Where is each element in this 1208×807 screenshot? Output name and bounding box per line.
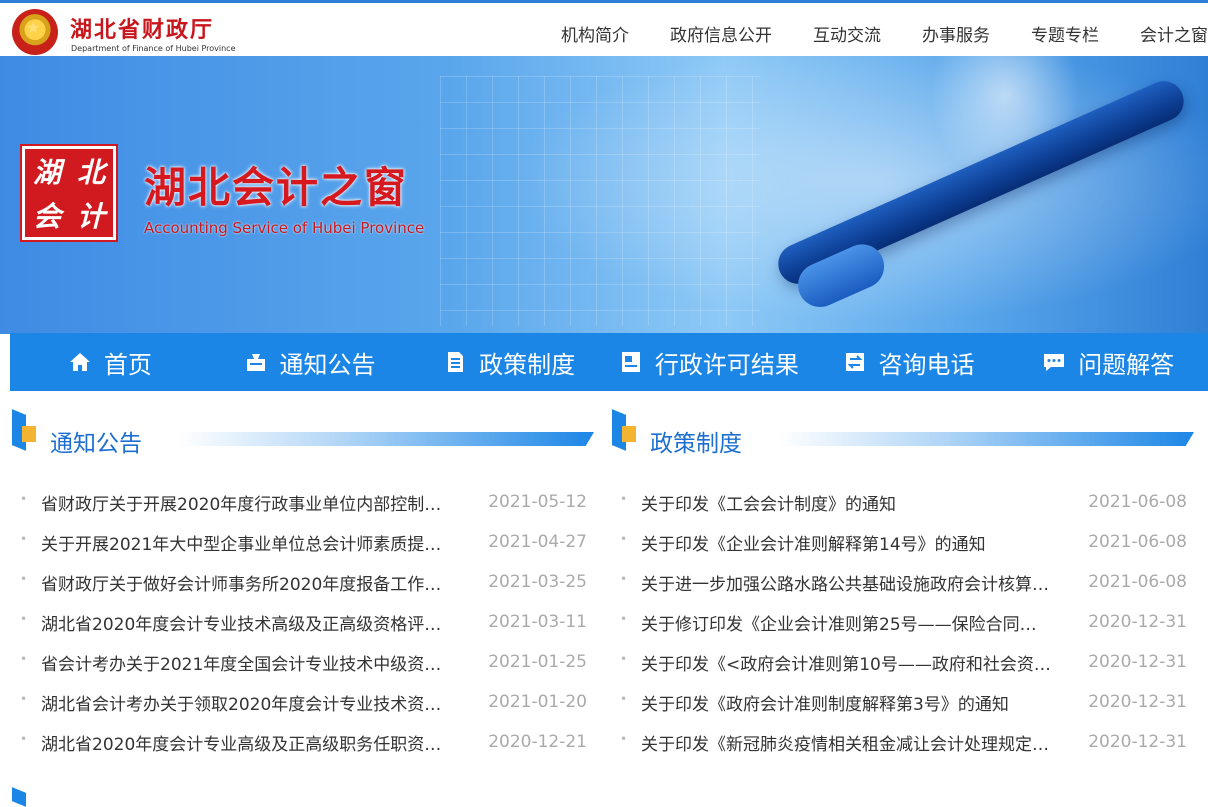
license-icon xyxy=(621,352,640,372)
chat-icon xyxy=(1044,354,1065,371)
list-item[interactable]: 省会计考办关于2021年度全国会计专业技术中级资格考试报名的通知 2021-01-… xyxy=(10,642,594,682)
mainnav-item-notices[interactable]: 通知公告 xyxy=(210,333,410,391)
list-item-title[interactable]: 湖北省会计考办关于领取2020年度会计专业技术资格证书的通知 xyxy=(41,690,451,715)
list-item-date: 2021-03-25 xyxy=(488,572,587,592)
topnav-item-services[interactable]: 办事服务 xyxy=(922,21,990,46)
document-icon xyxy=(448,352,464,372)
hero-banner: 湖 北 会 计 湖北会计之窗 Accounting Service of Hub… xyxy=(0,56,1208,334)
list-item-title[interactable]: 湖北省2020年度会计专业技术高级及正高级资格评审结果公示 xyxy=(41,610,451,635)
list-item[interactable]: 关于印发《新冠肺炎疫情相关租金减让会计处理规定》的通知 2020-12-31 xyxy=(610,722,1194,762)
topnav-item-interaction[interactable]: 互动交流 xyxy=(813,21,881,46)
list-item-title[interactable]: 关于修订印发《企业会计准则第25号——保险合同》的通知 xyxy=(641,610,1051,635)
list-item[interactable]: 湖北省2020年度会计专业技术高级及正高级资格评审结果公示 2021-03-11 xyxy=(10,602,594,642)
list-item-date: 2021-01-25 xyxy=(488,652,587,672)
phone-icon xyxy=(845,353,864,371)
list-item[interactable]: 湖北省会计考办关于领取2020年度会计专业技术资格证书的通知 2021-01-20 xyxy=(10,682,594,722)
list-item-title[interactable]: 关于印发《工会会计制度》的通知 xyxy=(641,490,1051,515)
list-item[interactable]: 关于进一步加强公路水路公共基础设施政府会计核算的通知 2021-06-08 xyxy=(610,562,1194,602)
list-item[interactable]: 关于开展2021年大中型企事业单位总会计师素质提升工程的通知 2021-04-27 xyxy=(10,522,594,562)
topnav-item-topics[interactable]: 专题专栏 xyxy=(1031,21,1099,46)
section-flag-icon xyxy=(610,409,638,451)
section-header: 通知公告 xyxy=(10,409,594,458)
topnav-item-accounting[interactable]: 会计之窗 xyxy=(1140,21,1208,46)
list-item-date: 2020-12-31 xyxy=(1088,692,1187,712)
list-item[interactable]: 省财政厅关于做好会计师事务所2020年度报备工作的通知 2021-03-25 xyxy=(10,562,594,602)
topnav-item-gov-info[interactable]: 政府信息公开 xyxy=(670,21,772,46)
list-item-title[interactable]: 关于印发《政府会计准则制度解释第3号》的通知 xyxy=(641,690,1051,715)
accounting-seal-logo: 湖 北 会 计 xyxy=(22,146,116,240)
list-item-date: 2021-04-27 xyxy=(488,532,587,552)
list-item[interactable]: 关于印发《<政府会计准则第10号——政府和社会资本合作项目合同>应用指南》的通知… xyxy=(610,642,1194,682)
section-header: 政策制度 xyxy=(610,409,1194,458)
list-item-title[interactable]: 关于印发《企业会计准则解释第14号》的通知 xyxy=(641,530,1051,555)
list-item-title[interactable]: 省会计考办关于2021年度全国会计专业技术中级资格考试报名的通知 xyxy=(41,650,451,675)
list-item[interactable]: 省财政厅关于开展2020年度行政事业单位内部控制报告编报工作的通知 2021-05… xyxy=(10,482,594,522)
policies-list: 关于印发《工会会计制度》的通知 2021-06-08 关于印发《企业会计准则解释第… xyxy=(610,482,1194,762)
list-item[interactable]: 湖北省2020年度会计专业高级及正高级职务任职资格评审公告 2020-12-21 xyxy=(10,722,594,762)
home-icon xyxy=(69,353,90,371)
section-title[interactable]: 通知公告 xyxy=(50,424,142,458)
list-item-title[interactable]: 关于进一步加强公路水路公共基础设施政府会计核算的通知 xyxy=(641,570,1051,595)
mainnav-item-license-results[interactable]: 行政许可结果 xyxy=(609,333,809,391)
list-item-date: 2020-12-21 xyxy=(488,732,587,752)
next-section-flag-icon xyxy=(12,787,26,807)
list-item-title[interactable]: 省财政厅关于做好会计师事务所2020年度报备工作的通知 xyxy=(41,570,451,595)
list-item-date: 2020-12-31 xyxy=(1088,732,1187,752)
site-subtitle: Accounting Service of Hubei Province xyxy=(144,219,425,237)
department-name[interactable]: 湖北省财政厅 xyxy=(70,12,214,44)
department-name-en: Department of Finance of Hubei Province xyxy=(71,44,236,53)
list-item-title[interactable]: 关于印发《<政府会计准则第10号——政府和社会资本合作项目合同>应用指南》的通知 xyxy=(641,650,1051,675)
list-item[interactable]: 关于印发《企业会计准则解释第14号》的通知 2021-06-08 xyxy=(610,522,1194,562)
main-navigation: 首页 通知公告 政策制度 行政许可结果 咨询电话 问题解答 xyxy=(10,333,1208,391)
list-item-date: 2021-06-08 xyxy=(1088,532,1187,552)
notices-section: 通知公告 省财政厅关于开展2020年度行政事业单位内部控制报告编报工作的通知 20… xyxy=(10,409,594,755)
section-flag-icon xyxy=(10,409,38,451)
section-title[interactable]: 政策制度 xyxy=(650,424,742,458)
mainnav-item-policies[interactable]: 政策制度 xyxy=(409,333,609,391)
list-item-date: 2020-12-31 xyxy=(1088,652,1187,672)
list-item-title[interactable]: 湖北省2020年度会计专业高级及正高级职务任职资格评审公告 xyxy=(41,730,451,755)
topnav-item-about[interactable]: 机构简介 xyxy=(561,21,629,46)
notices-list: 省财政厅关于开展2020年度行政事业单位内部控制报告编报工作的通知 2021-05… xyxy=(10,482,594,762)
policies-section: 政策制度 关于印发《工会会计制度》的通知 2021-06-08 关于印发《企业会计… xyxy=(610,409,1194,755)
announcement-icon xyxy=(246,354,265,371)
list-item-date: 2020-12-31 xyxy=(1088,612,1187,632)
list-item-title[interactable]: 关于开展2021年大中型企事业单位总会计师素质提升工程的通知 xyxy=(41,530,451,555)
site-title: 湖北会计之窗 xyxy=(144,163,409,212)
top-navigation: 机构简介 政府信息公开 互动交流 办事服务 专题专栏 会计之窗 xyxy=(520,21,1208,46)
list-item-date: 2021-01-20 xyxy=(488,692,587,712)
list-item[interactable]: 关于印发《工会会计制度》的通知 2021-06-08 xyxy=(610,482,1194,522)
national-emblem-logo[interactable] xyxy=(12,9,58,55)
list-item-date: 2021-05-12 xyxy=(488,492,587,512)
mainnav-item-faq[interactable]: 问题解答 xyxy=(1008,333,1208,391)
list-item-date: 2021-06-08 xyxy=(1088,492,1187,512)
list-item-title[interactable]: 省财政厅关于开展2020年度行政事业单位内部控制报告编报工作的通知 xyxy=(41,490,451,515)
list-item-title[interactable]: 关于印发《新冠肺炎疫情相关租金减让会计处理规定》的通知 xyxy=(641,730,1051,755)
mainnav-item-hotline[interactable]: 咨询电话 xyxy=(809,333,1009,391)
site-header: 湖北省财政厅 Department of Finance of Hubei Pr… xyxy=(0,0,1208,56)
list-item[interactable]: 关于印发《政府会计准则制度解释第3号》的通知 2020-12-31 xyxy=(610,682,1194,722)
list-item-date: 2021-03-11 xyxy=(488,612,587,632)
list-item[interactable]: 关于修订印发《企业会计准则第25号——保险合同》的通知 2020-12-31 xyxy=(610,602,1194,642)
list-item-date: 2021-06-08 xyxy=(1088,572,1187,592)
banner-background-grid xyxy=(440,76,760,326)
mainnav-item-home[interactable]: 首页 xyxy=(10,333,210,391)
